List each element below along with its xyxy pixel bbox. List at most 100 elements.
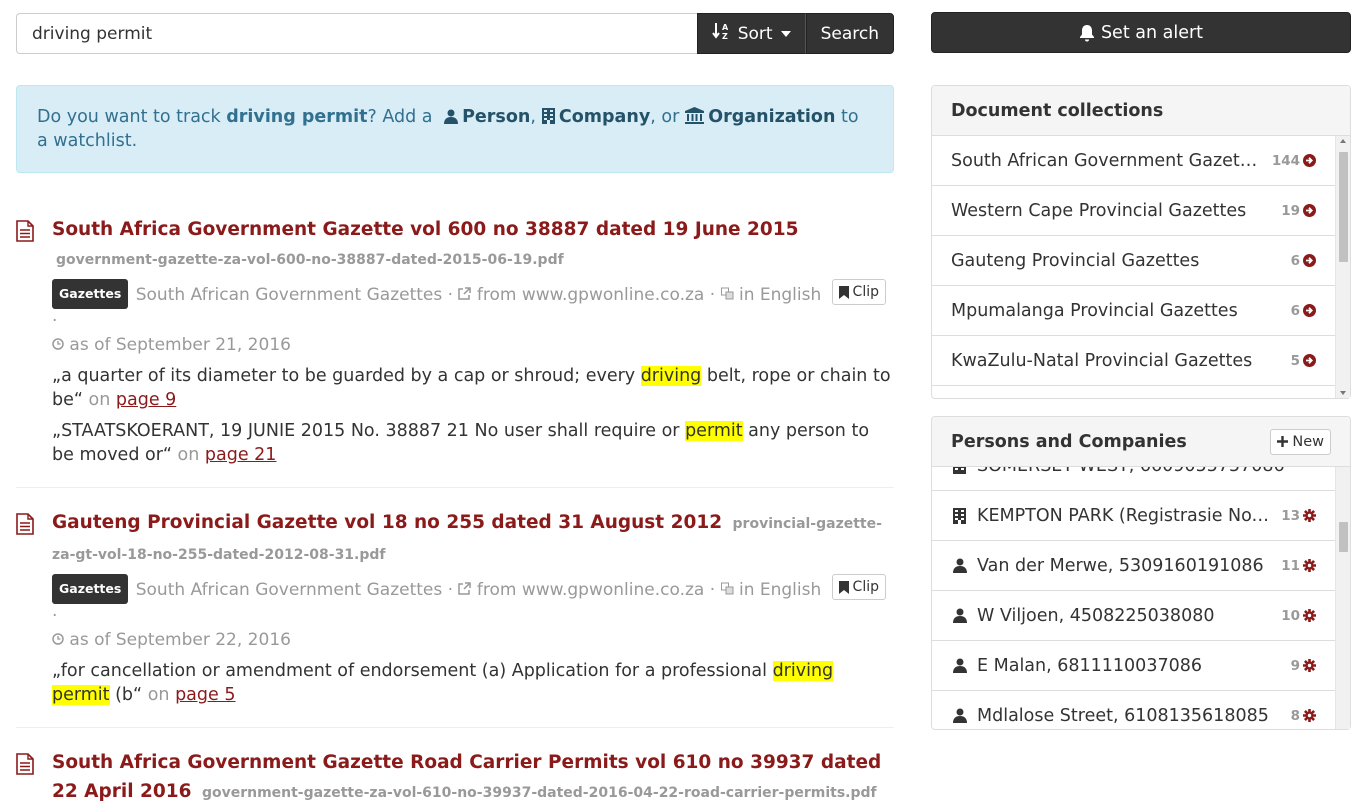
page-link[interactable]: page 5 xyxy=(175,685,235,705)
clip-button[interactable]: Clip xyxy=(831,574,886,600)
collection-count: 6 xyxy=(1290,302,1300,319)
institution-icon xyxy=(685,107,705,124)
svg-text:A: A xyxy=(722,23,729,32)
track-prefix: Do you want to track xyxy=(37,107,227,127)
entity-item[interactable]: E Malan, 6811110037086 9 xyxy=(932,641,1335,691)
cog-icon xyxy=(1303,659,1316,672)
collection-item[interactable]: KwaZulu-Natal Provincial Gazettes 5 xyxy=(932,336,1335,386)
scroll-thumb[interactable] xyxy=(1339,522,1348,552)
snippet-text: (b“ xyxy=(109,685,143,705)
entity-item[interactable]: Mdlalose Street, 6108135618085 8 xyxy=(932,691,1335,729)
collection-count: 144 xyxy=(1271,152,1300,169)
category-badge[interactable]: Gazettes xyxy=(52,279,129,309)
new-label: New xyxy=(1292,433,1324,450)
watchlist-prompt: Do you want to track driving permit? Add… xyxy=(16,85,894,173)
entity-item[interactable]: Van der Merwe, 5309160191086 11 xyxy=(932,541,1335,591)
language-label: in English xyxy=(738,285,822,305)
track-term: driving permit xyxy=(226,107,368,127)
clip-button[interactable]: Clip xyxy=(831,279,886,305)
language-icon xyxy=(720,287,734,300)
entity-item[interactable]: KEMPTON PARK (Registrasie No. 1234) 13 xyxy=(932,491,1335,541)
sort-label: Sort xyxy=(737,23,773,44)
person-icon xyxy=(444,109,459,124)
document-icon xyxy=(16,753,34,779)
add-organization-link[interactable]: Organization xyxy=(708,107,835,127)
collection-item[interactable]: Mpumalanga Provincial Gazettes 6 xyxy=(932,286,1335,336)
result-date: as of September 21, 2016 xyxy=(69,335,291,355)
highlighted-term: driving xyxy=(772,661,834,681)
snippet-on: on xyxy=(171,445,205,465)
clock-icon xyxy=(52,338,64,350)
collection-item[interactable]: South African Government Gazettes 144 xyxy=(932,136,1335,186)
result-title-link[interactable]: Gauteng Provincial Gazette vol 18 no 255… xyxy=(52,512,722,533)
collection-count: 5 xyxy=(1290,352,1300,369)
page-link[interactable]: page 21 xyxy=(205,445,277,465)
collections-scrollbar[interactable] xyxy=(1335,136,1350,398)
search-button[interactable]: Search xyxy=(805,13,894,54)
result-meta: Gazettes South African Government Gazett… xyxy=(52,279,894,357)
panel-title: Persons and Companies xyxy=(951,431,1187,452)
person-icon xyxy=(951,658,968,673)
company-icon xyxy=(951,467,968,474)
result-snippet: „a quarter of its diameter to be guarded… xyxy=(52,364,894,412)
entity-name: SOMERSET WEST, 6609055757086 xyxy=(977,467,1316,476)
set-alert-button[interactable]: Set an alert xyxy=(931,12,1351,53)
arrow-circle-right-icon xyxy=(1303,304,1316,317)
entity-count: 10 xyxy=(1281,607,1300,624)
scroll-up-arrow[interactable] xyxy=(1340,139,1346,143)
search-bar: AZ Sort Search xyxy=(16,13,894,54)
entity-name: W Viljoen, 4508225038080 xyxy=(977,605,1215,626)
source-link[interactable]: from www.gpwonline.co.za xyxy=(477,285,704,305)
result-meta: Gazettes South African Government Gazett… xyxy=(52,574,894,652)
result-title: South Africa Government Gazette vol 600 … xyxy=(52,215,894,275)
document-icon xyxy=(16,513,34,539)
scroll-thumb[interactable] xyxy=(1339,152,1348,262)
search-label: Search xyxy=(820,23,879,44)
entity-item[interactable]: W Viljoen, 4508225038080 10 xyxy=(932,591,1335,641)
result-item: Gauteng Provincial Gazette vol 18 no 255… xyxy=(16,508,894,728)
result-title-link[interactable]: South Africa Government Gazette vol 600 … xyxy=(52,219,799,240)
panel-title: Document collections xyxy=(951,100,1164,121)
panel-heading: Document collections xyxy=(932,86,1350,136)
collection-name[interactable]: South African Government Gazettes xyxy=(136,285,443,305)
persons-scrollbar[interactable] xyxy=(1335,467,1350,729)
collection-name: Gauteng Provincial Gazettes xyxy=(951,250,1200,271)
collection-item[interactable]: Western Cape Provincial Gazettes 19 xyxy=(932,186,1335,236)
entity-name: Van der Merwe, 5309160191086 xyxy=(977,555,1264,576)
entity-item[interactable]: SOMERSET WEST, 6609055757086 xyxy=(932,467,1335,491)
sort-button[interactable]: AZ Sort xyxy=(696,13,806,54)
result-item: South Africa Government Gazette vol 600 … xyxy=(16,215,894,488)
result-snippet: „STAATSKOERANT, 19 JUNIE 2015 No. 38887 … xyxy=(52,419,894,467)
persons-scroll-content: SOMERSET WEST, 6609055757086 KEMPTON PAR… xyxy=(932,467,1350,729)
add-person-link[interactable]: Person xyxy=(462,107,530,127)
arrow-circle-right-icon xyxy=(1303,154,1316,167)
entity-name: E Malan, 6811110037086 xyxy=(977,655,1202,676)
result-title: Gauteng Provincial Gazette vol 18 no 255… xyxy=(52,508,894,570)
page-link[interactable]: page 9 xyxy=(116,390,176,410)
collection-name: KwaZulu-Natal Provincial Gazettes xyxy=(951,350,1253,371)
cog-icon xyxy=(1303,609,1316,622)
cog-icon xyxy=(1303,559,1316,572)
snippet-on: on xyxy=(82,390,116,410)
search-input[interactable] xyxy=(16,13,697,54)
entity-count: 8 xyxy=(1290,707,1300,724)
scroll-down-arrow[interactable] xyxy=(1340,391,1346,395)
track-sep1: , xyxy=(530,107,536,127)
highlighted-term: permit xyxy=(685,421,743,441)
collection-item[interactable]: Gauteng Provincial Gazettes 6 xyxy=(932,236,1335,286)
bookmark-icon xyxy=(838,580,849,594)
highlighted-term: permit xyxy=(52,685,110,705)
sidebar: Set an alert Document collections South … xyxy=(931,12,1351,730)
persons-list: SOMERSET WEST, 6609055757086 KEMPTON PAR… xyxy=(932,467,1350,729)
category-badge[interactable]: Gazettes xyxy=(52,574,129,604)
new-entity-button[interactable]: New xyxy=(1270,428,1331,455)
entity-count: 9 xyxy=(1290,657,1300,674)
snippet-text: „a quarter of its diameter to be guarded… xyxy=(52,366,641,386)
result-title: South Africa Government Gazette Road Car… xyxy=(52,748,894,808)
collection-name: Mpumalanga Provincial Gazettes xyxy=(951,300,1238,321)
collection-name[interactable]: South African Government Gazettes xyxy=(136,580,443,600)
add-company-link[interactable]: Company xyxy=(559,107,650,127)
cog-icon xyxy=(1303,709,1316,722)
source-link[interactable]: from www.gpwonline.co.za xyxy=(477,580,704,600)
bookmark-icon xyxy=(838,285,849,299)
